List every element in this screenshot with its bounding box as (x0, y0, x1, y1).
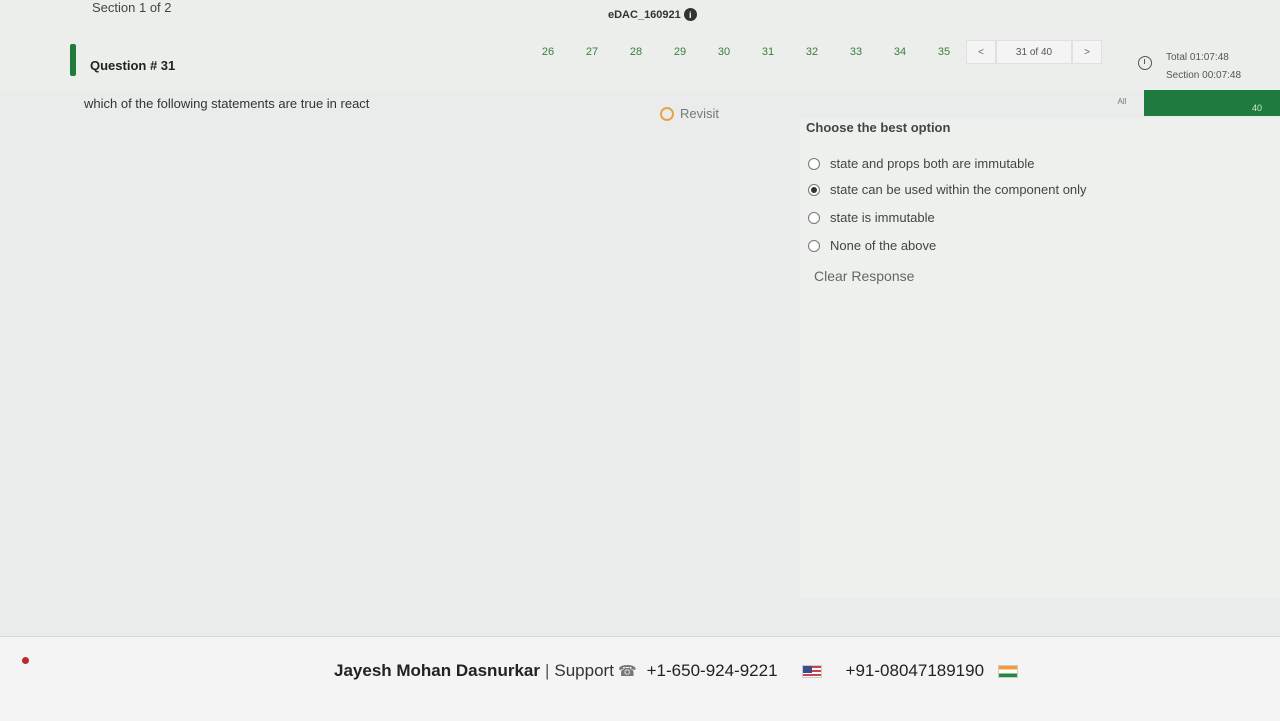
next-page-button[interactable]: > (1072, 40, 1102, 64)
prev-page-button[interactable]: < (966, 40, 996, 64)
question-nav-34[interactable]: 34 (878, 40, 922, 64)
option-2[interactable]: state can be used within the component o… (808, 182, 1087, 197)
section-indicator: Section 1 of 2 (92, 0, 172, 15)
footer: Jayesh Mohan Dasnurkar | Support ☎ +1-65… (0, 636, 1280, 721)
option-4-label: None of the above (830, 238, 937, 253)
question-nav-27[interactable]: 27 (570, 40, 614, 64)
filter-all-tab[interactable]: All (1100, 90, 1144, 112)
question-accent-bar (70, 44, 76, 76)
revisit-button[interactable]: Revisit (660, 106, 719, 121)
revisit-label: Revisit (680, 106, 720, 121)
candidate-name: Jayesh Mohan Dasnurkar (334, 661, 540, 680)
question-nav-35[interactable]: 35 (922, 40, 966, 64)
option-2-label: state can be used within the component o… (830, 182, 1087, 197)
question-nav-30[interactable]: 30 (702, 40, 746, 64)
question-nav-31[interactable]: 31 (746, 40, 790, 64)
option-3-label: state is immutable (830, 210, 935, 225)
radio-option-4[interactable] (808, 239, 820, 252)
radio-option-1[interactable] (808, 157, 820, 170)
footer-support-line: Jayesh Mohan Dasnurkar | Support ☎ +1-65… (334, 661, 1019, 681)
question-nav-26[interactable]: 26 (526, 40, 570, 64)
exam-id-label: eDAC_160921 (608, 8, 681, 21)
support-label: Support (554, 661, 614, 680)
total-time: Total 01:07:48 (1166, 52, 1229, 63)
filter-count-tab[interactable]: 40 (1144, 90, 1280, 116)
option-4[interactable]: None of the above (808, 238, 936, 253)
us-flag-icon (801, 664, 822, 678)
question-nav-28[interactable]: 28 (614, 40, 658, 64)
support-phone-us: +1-650-924-9221 (646, 661, 778, 680)
clear-response-button[interactable]: Clear Response (814, 268, 914, 284)
question-nav-32[interactable]: 32 (790, 40, 834, 64)
section-time: Section 00:07:48 (1166, 70, 1242, 81)
clock-icon (1138, 56, 1152, 70)
option-1[interactable]: state and props both are immutable (808, 156, 1035, 171)
recording-icon (22, 657, 29, 664)
question-navigator: 26 27 28 29 30 31 32 33 34 35 < 31 of 40… (526, 40, 1102, 64)
question-nav-33[interactable]: 33 (834, 40, 878, 64)
options-panel: Choose the best option state and props b… (800, 118, 1280, 598)
question-counter: 31 of 40 (996, 40, 1072, 64)
question-title: Question # 31 (90, 58, 176, 73)
options-header: Choose the best option (806, 120, 951, 135)
info-icon[interactable]: i (683, 8, 697, 21)
option-3[interactable]: state is immutable (808, 210, 935, 225)
exam-id: eDAC_160921 i (608, 8, 697, 21)
question-nav-29[interactable]: 29 (658, 40, 702, 64)
revisit-icon (660, 106, 674, 121)
radio-option-2[interactable] (808, 183, 820, 196)
footer-separator: | (544, 661, 550, 680)
radio-option-3[interactable] (808, 211, 820, 224)
support-phone-india: +91-08047189190 (845, 661, 985, 680)
question-text: which of the following statements are tr… (84, 96, 370, 111)
phone-icon: ☎ (617, 663, 637, 680)
option-1-label: state and props both are immutable (830, 156, 1035, 171)
india-flag-icon (998, 664, 1019, 678)
